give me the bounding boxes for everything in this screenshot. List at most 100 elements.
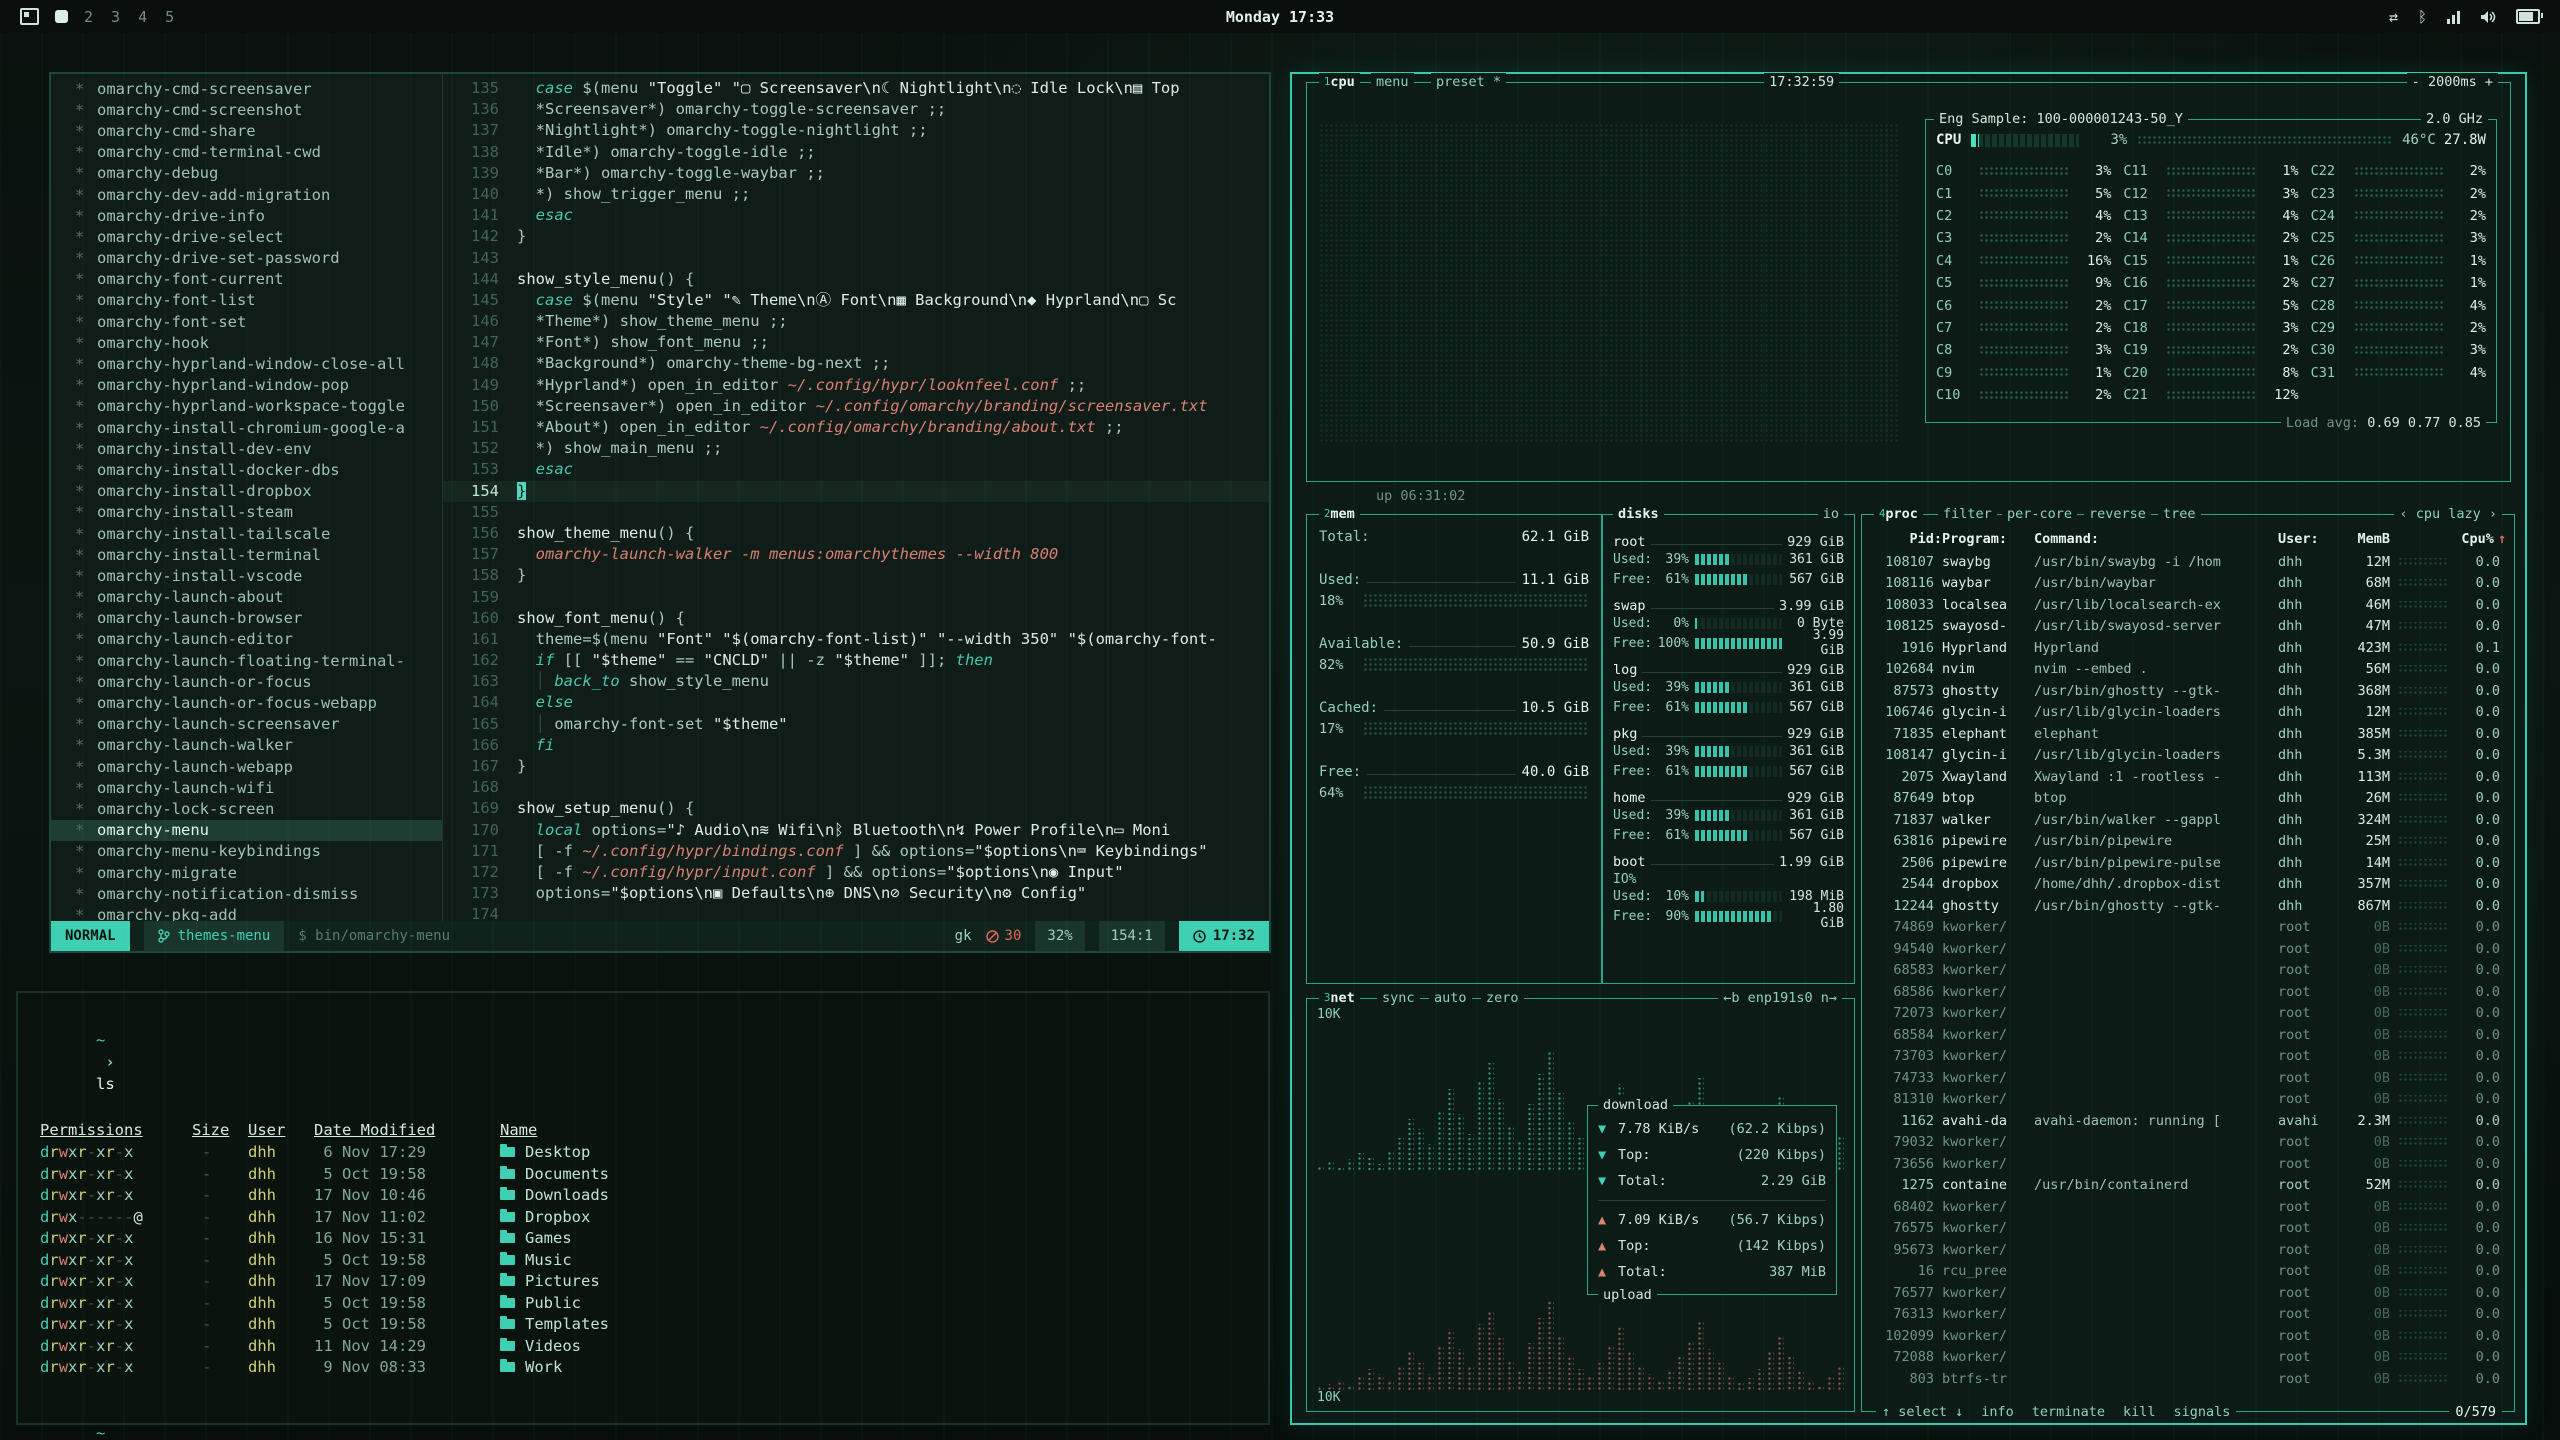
workspace-button[interactable]: 2 (84, 8, 93, 26)
sidebar-file-item[interactable]: *omarchy-hyprland-window-close-all (51, 353, 442, 374)
process-row[interactable]: 95673kworker/root0B0.0 (1870, 1239, 2506, 1261)
process-row[interactable]: 2544dropbox/home/dhh/.dropbox-distdhh357… (1870, 874, 2506, 896)
proc-footer-button[interactable]: info (1981, 1403, 2014, 1421)
process-row[interactable]: 2075XwaylandXwayland :1 -rootless -dhh11… (1870, 766, 2506, 788)
process-row[interactable]: 72073kworker/root0B0.0 (1870, 1003, 2506, 1025)
code-line[interactable]: 139 *Bar*) omarchy-toggle-waybar ;; (443, 163, 1269, 184)
prompt-line-2[interactable]: ~ › (40, 1400, 1246, 1440)
code-line[interactable]: 162 if [[ "$theme" == "CNCLD" || -z "$th… (443, 650, 1269, 671)
process-row[interactable]: 63816pipewire/usr/bin/pipewiredhh25M0.0 (1870, 831, 2506, 853)
bluetooth-icon[interactable]: ᛒ (2418, 8, 2427, 26)
process-row[interactable]: 79032kworker/root0B0.0 (1870, 1132, 2506, 1154)
code-line[interactable]: 157 omarchy-launch-walker -m menus:omarc… (443, 544, 1269, 565)
process-row[interactable]: 73703kworker/root0B0.0 (1870, 1046, 2506, 1068)
code-line[interactable]: 146 *Theme*) show_theme_menu ;; (443, 311, 1269, 332)
file-name[interactable]: Dropbox (500, 1206, 1246, 1228)
sidebar-file-item[interactable]: *omarchy-notification-dismiss (51, 883, 442, 904)
cpu-usage-icon[interactable] (2447, 10, 2460, 24)
sidebar-file-item[interactable]: *omarchy-cmd-terminal-cwd (51, 142, 442, 163)
file-name[interactable]: Videos (500, 1335, 1246, 1357)
code-line[interactable]: 169show_setup_menu() { (443, 798, 1269, 819)
sidebar-file-item[interactable]: *omarchy-font-list (51, 290, 442, 311)
sidebar-file-item[interactable]: *omarchy-lock-screen (51, 798, 442, 819)
terminal-window[interactable]: ~ › ls PermissionsSizeUserDate ModifiedN… (16, 991, 1270, 1425)
process-row[interactable]: 16rcu_preeroot0B0.0 (1870, 1261, 2506, 1283)
code-line[interactable]: 168 (443, 777, 1269, 798)
process-row[interactable]: 81310kworker/root0B0.0 (1870, 1089, 2506, 1111)
process-row[interactable]: 108125swayosd-/usr/lib/swayosd-serverdhh… (1870, 616, 2506, 638)
process-row[interactable]: 102684nvimnvim --embed .dhh56M0.0 (1870, 659, 2506, 681)
code-line[interactable]: 148 *Background*) omarchy-theme-bg-next … (443, 353, 1269, 374)
process-row[interactable]: 108107swaybg/usr/bin/swaybg -i /homdhh12… (1870, 551, 2506, 573)
code-line[interactable]: 161 theme=$(menu "Font" "$(omarchy-font-… (443, 629, 1269, 650)
workspace-button[interactable]: 5 (165, 8, 174, 26)
filter-button[interactable]: filter (1938, 505, 1997, 523)
proc-footer-button[interactable]: ↑ select ↓ (1882, 1403, 1963, 1421)
process-row[interactable]: 12244ghostty/usr/bin/ghostty --gtk-dhh86… (1870, 895, 2506, 917)
process-row[interactable]: 76575kworker/root0B0.0 (1870, 1218, 2506, 1240)
sidebar-file-item[interactable]: *omarchy-hyprland-window-pop (51, 375, 442, 396)
code-line[interactable]: 167} (443, 756, 1269, 777)
sidebar-file-item[interactable]: *omarchy-launch-or-focus-webapp (51, 692, 442, 713)
code-line[interactable]: 152 *) show_main_menu ;; (443, 438, 1269, 459)
sidebar-file-item[interactable]: *omarchy-hyprland-workspace-toggle (51, 396, 442, 417)
file-name[interactable]: Public (500, 1292, 1246, 1314)
code-line[interactable]: 172 [ -f ~/.config/hypr/input.conf ] && … (443, 862, 1269, 883)
process-row[interactable]: 803btrfs-trroot0B0.0 (1870, 1368, 2506, 1389)
code-line[interactable]: 136 *Screensaver*) omarchy-toggle-screen… (443, 99, 1269, 120)
workspace-button[interactable]: 3 (111, 8, 120, 26)
process-row[interactable]: 94540kworker/root0B0.0 (1870, 938, 2506, 960)
sidebar-file-item[interactable]: *omarchy-debug (51, 163, 442, 184)
sidebar-file-item[interactable]: *omarchy-launch-screensaver (51, 714, 442, 735)
code-line[interactable]: 150 *Screensaver*) open_in_editor ~/.con… (443, 396, 1269, 417)
code-line[interactable]: 156show_theme_menu() { (443, 523, 1269, 544)
sidebar-file-item[interactable]: *omarchy-launch-floating-terminal- (51, 650, 442, 671)
process-row[interactable]: 2506pipewire/usr/bin/pipewire-pulsedhh14… (1870, 852, 2506, 874)
process-row[interactable]: 102099kworker/root0B0.0 (1870, 1325, 2506, 1347)
sidebar-file-item[interactable]: *omarchy-launch-editor (51, 629, 442, 650)
process-row[interactable]: 108147glycin-i/usr/lib/glycin-loadersdhh… (1870, 745, 2506, 767)
sidebar-file-item[interactable]: *omarchy-install-terminal (51, 544, 442, 565)
io-mode-button[interactable]: io (1818, 505, 1844, 523)
sidebar-file-item[interactable]: *omarchy-font-set (51, 311, 442, 332)
volume-icon[interactable] (2480, 10, 2496, 24)
sidebar-file-item[interactable]: *omarchy-install-dev-env (51, 438, 442, 459)
process-row[interactable]: 87573ghostty/usr/bin/ghostty --gtk-dhh36… (1870, 680, 2506, 702)
process-row[interactable]: 1275containe/usr/bin/containerdroot52M0.… (1870, 1175, 2506, 1197)
sidebar-file-item[interactable]: *omarchy-launch-wifi (51, 777, 442, 798)
sidebar-file-item[interactable]: *omarchy-migrate (51, 862, 442, 883)
code-line[interactable]: 154} (443, 481, 1269, 502)
sidebar-file-item[interactable]: *omarchy-install-steam (51, 502, 442, 523)
sidebar-file-item[interactable]: *omarchy-install-docker-dbs (51, 459, 442, 480)
code-line[interactable]: 142} (443, 226, 1269, 247)
file-name[interactable]: Work (500, 1356, 1246, 1378)
file-name[interactable]: Desktop (500, 1141, 1246, 1163)
process-row[interactable]: 71837walker/usr/bin/walker --gappldhh324… (1870, 809, 2506, 831)
interval-increase[interactable]: + (2485, 74, 2493, 90)
code-line[interactable]: 151 *About*) open_in_editor ~/.config/om… (443, 417, 1269, 438)
sidebar-file-item[interactable]: *omarchy-launch-webapp (51, 756, 442, 777)
code-line[interactable]: 165 │ omarchy-font-set "$theme" (443, 714, 1269, 735)
active-workspace-indicator[interactable] (55, 10, 68, 23)
code-line[interactable]: 137 *Nightlight*) omarchy-toggle-nightli… (443, 120, 1269, 141)
sidebar-file-item[interactable]: *omarchy-pkg-add (51, 904, 442, 921)
code-line[interactable]: 153 esac (443, 459, 1269, 480)
battery-icon[interactable] (2516, 9, 2540, 24)
code-line[interactable]: 138 *Idle*) omarchy-toggle-idle ;; (443, 142, 1269, 163)
proc-footer-button[interactable]: signals (2173, 1403, 2230, 1421)
process-row[interactable]: 108116waybar/usr/bin/waybardhh68M0.0 (1870, 573, 2506, 595)
sidebar-file-item[interactable]: *omarchy-hook (51, 332, 442, 353)
code-line[interactable]: 160show_font_menu() { (443, 608, 1269, 629)
code-line[interactable]: 174 (443, 904, 1269, 921)
sidebar-file-item[interactable]: *omarchy-install-chromium-google-a (51, 417, 442, 438)
process-row[interactable]: 108033localsea/usr/lib/localsearch-exdhh… (1870, 594, 2506, 616)
code-line[interactable]: 159 (443, 587, 1269, 608)
process-row[interactable]: 68402kworker/root0B0.0 (1870, 1196, 2506, 1218)
file-name[interactable]: Downloads (500, 1184, 1246, 1206)
code-line[interactable]: 135 case $(menu "Toggle" "▢ Screensaver\… (443, 78, 1269, 99)
process-row[interactable]: 71835elephantelephantdhh385M0.0 (1870, 723, 2506, 745)
process-row[interactable]: 1162avahi-daavahi-daemon: running [avahi… (1870, 1110, 2506, 1132)
sidebar-file-item[interactable]: *omarchy-drive-select (51, 226, 442, 247)
process-row[interactable]: 74869kworker/root0B0.0 (1870, 917, 2506, 939)
code-line[interactable]: 170 local options="♪ Audio\n≋ Wifi\nᛒ Bl… (443, 820, 1269, 841)
